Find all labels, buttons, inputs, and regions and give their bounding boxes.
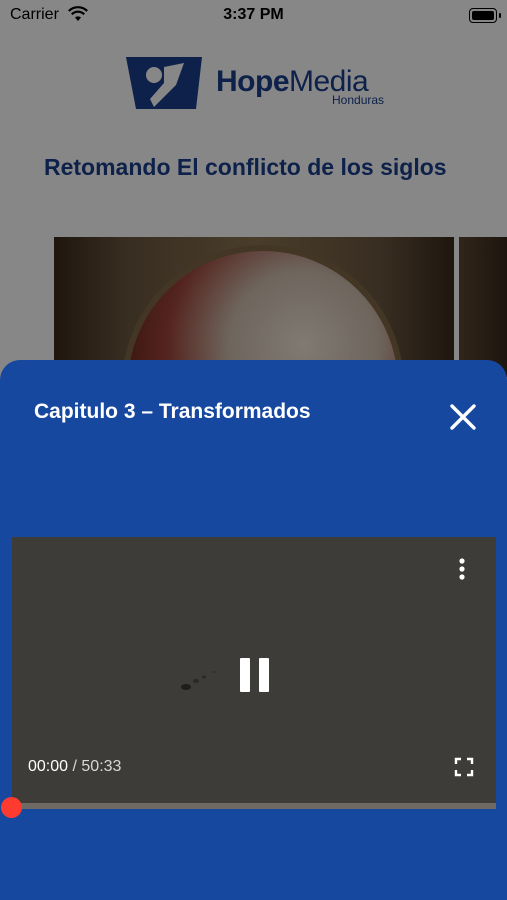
- fullscreen-button[interactable]: [454, 757, 474, 777]
- fullscreen-icon: [454, 757, 474, 777]
- player-sheet: Capitulo 3 – Transformados 00:00 / 50:33: [0, 360, 507, 900]
- time-separator: /: [72, 758, 77, 775]
- progress-bar[interactable]: [12, 803, 496, 809]
- video-player[interactable]: 00:00 / 50:33: [12, 537, 496, 809]
- pause-icon: [240, 658, 269, 692]
- duration: 50:33: [81, 758, 122, 775]
- video-frame-detail: [181, 671, 216, 690]
- progress-scrubber[interactable]: [1, 797, 22, 818]
- more-vertical-icon: [459, 558, 465, 580]
- pause-button[interactable]: [236, 655, 276, 695]
- time-display: 00:00 / 50:33: [28, 758, 121, 776]
- more-options-button[interactable]: [455, 555, 469, 585]
- close-icon: [450, 404, 476, 430]
- sheet-title: Capitulo 3 – Transformados: [34, 400, 311, 423]
- close-button[interactable]: [448, 402, 478, 432]
- current-time: 00:00: [28, 758, 69, 775]
